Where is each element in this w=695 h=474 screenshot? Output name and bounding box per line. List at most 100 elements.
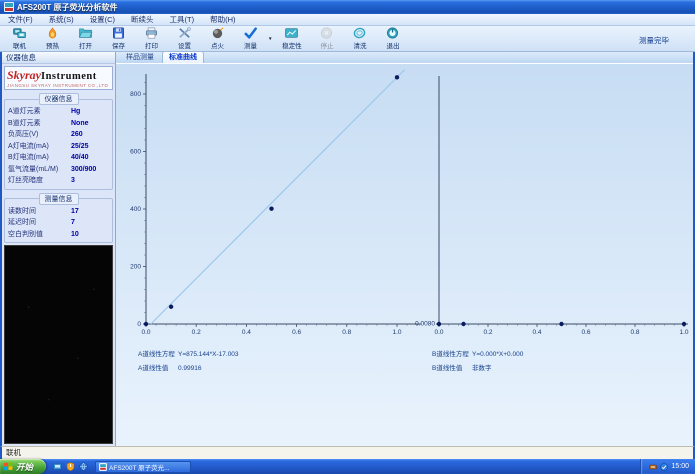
- info-row-value: 40/40: [71, 154, 89, 161]
- toolbar-button-settings-label: 设置: [178, 43, 191, 50]
- svg-text:400: 400: [130, 206, 141, 213]
- menu-item-tools[interactable]: 工具(T): [162, 14, 203, 26]
- info-row-label: 读数时间: [8, 207, 36, 215]
- b-linearity-label: B道线性值: [432, 365, 463, 372]
- logo-brand-black: Instrument: [41, 71, 97, 82]
- toolbar-button-open[interactable]: 打开: [69, 27, 102, 51]
- svg-text:0.4: 0.4: [532, 329, 541, 336]
- svg-text:0.2: 0.2: [483, 329, 492, 336]
- tab-sample-measurement[interactable]: 样品测量: [120, 52, 160, 63]
- a-channel-chart: 0.0 0.2 0.4 0.6 0.8 1.0 0 200 400 600 800: [130, 69, 421, 336]
- system-tray: 15:00: [640, 459, 695, 474]
- menu-item-settings[interactable]: 设置(C): [82, 14, 123, 26]
- toolbar-button-connect-label: 联机: [13, 43, 26, 50]
- toolbar-button-open-label: 打开: [79, 43, 92, 50]
- measure-dropdown-arrow-icon[interactable]: ▼: [268, 36, 272, 41]
- svg-text:0.2: 0.2: [192, 329, 201, 336]
- quick-launch-bar: [46, 462, 95, 471]
- svg-text:0: 0: [137, 321, 141, 328]
- info-row: B灯电流(mA) 40/40: [8, 152, 109, 164]
- printer-icon: [144, 27, 159, 39]
- b-linearity-value: 非数字: [472, 365, 492, 372]
- info-row-label: 延迟时间: [8, 219, 36, 226]
- camera-view: [4, 245, 113, 444]
- instrument-info-caption: 仪器信息: [38, 93, 79, 105]
- toolbar-button-preheat-label: 预热: [46, 43, 59, 50]
- svg-text:1.0: 1.0: [392, 329, 401, 336]
- stop-icon: [319, 27, 334, 39]
- skyray-logo: SkyrayInstrument JIANGSU SKYRAY INSTRUME…: [4, 66, 113, 90]
- b-channel-chart: 0.0 0.2 0.4 0.6 0.8 1.0 0.0080: [415, 76, 689, 336]
- info-row: 延迟时间 7: [8, 217, 109, 229]
- tab-bar: 样品测量 标准曲线: [116, 51, 693, 64]
- info-row-label: B道灯元素: [8, 119, 41, 127]
- toolbar-button-preheat[interactable]: 预热: [36, 27, 69, 51]
- a-equation-label: A道线性方程: [138, 351, 175, 358]
- quick-launch-blue-icon[interactable]: [53, 462, 62, 471]
- toolbar-button-exit-label: 退出: [386, 43, 400, 50]
- task-button-label: AFS200T 原子荧光...: [109, 464, 170, 472]
- svg-text:0.6: 0.6: [292, 329, 301, 336]
- menu-item-help[interactable]: 帮助(H): [202, 14, 243, 26]
- menu-item-sampler-head[interactable]: 断续头: [123, 14, 162, 26]
- toolbar-button-clean[interactable]: 清洗: [343, 27, 376, 51]
- toolbar-button-clean-label: 清洗: [353, 43, 367, 50]
- info-row-value: Hg: [71, 108, 81, 115]
- info-row: 灯丝亮暗度 3: [8, 175, 109, 187]
- exit-power-icon: [385, 27, 400, 39]
- a-channel-equation-block: A道线性方程 Y=875.144*X-17.003 A道线性值 0.99916: [138, 348, 239, 376]
- svg-text:0.8: 0.8: [630, 329, 639, 336]
- toolbar-button-print[interactable]: 打印: [135, 27, 168, 51]
- measurement-status-text: 测量完毕: [639, 36, 669, 45]
- menu-item-system[interactable]: 系统(S): [41, 14, 82, 26]
- connection-status: 联机: [6, 448, 21, 457]
- computer-link-icon: [12, 27, 27, 39]
- taskbar: 开始 AFS200T 原子荧光... 15:00: [0, 459, 695, 474]
- menu-bar: 文件(F) 系统(S) 设置(C) 断续头 工具(T) 帮助(H): [0, 14, 695, 26]
- instrument-panel: 仪器信息 SkyrayInstrument JIANGSU SKYRAY INS…: [2, 52, 116, 446]
- toolbar-button-ignite[interactable]: 点火: [201, 27, 234, 51]
- b-equation-value: Y=0.000*X+0.000: [472, 351, 524, 358]
- measure-info-caption: 测量信息: [38, 192, 79, 205]
- info-row-label: 灯丝亮暗度: [8, 177, 43, 184]
- b-equation-label: B道线性方程: [432, 351, 469, 358]
- logo-subtext: JIANGSU SKYRAY INSTRUMENT CO.,LTD: [7, 83, 109, 88]
- windows-flag-icon: [4, 462, 13, 471]
- quick-launch-browser-icon[interactable]: [79, 462, 88, 471]
- content-area: 样品测量 标准曲线 0.0 0.2 0.4 0.6 0.8 1.0 0 200 400 600 800…: [116, 51, 693, 446]
- info-row: B道灯元素 None: [8, 118, 109, 130]
- info-row-value: 10: [71, 230, 79, 238]
- status-bar: 联机: [0, 446, 695, 459]
- clean-swirl-icon: [352, 27, 367, 39]
- info-row: 空白判别值 10: [8, 229, 109, 241]
- toolbar-button-exit[interactable]: 退出: [376, 27, 409, 51]
- quick-launch-shield-icon[interactable]: [66, 462, 75, 471]
- svg-text:0.6: 0.6: [581, 329, 590, 336]
- info-row: A灯电流(mA) 25/25: [8, 141, 109, 153]
- tray-device-icon[interactable]: [649, 463, 658, 471]
- toolbar-button-save[interactable]: 保存: [102, 27, 135, 51]
- task-app-icon: [99, 462, 108, 471]
- preheat-flame-icon: [45, 27, 60, 39]
- start-button[interactable]: 开始: [0, 459, 47, 474]
- tray-status-icon[interactable]: [660, 462, 669, 471]
- toolbar: 联机 预热 打开 保存 打印 设置 点火 测量 ▼ 稳定性 停止 清洗 退出 测量完毕: [0, 26, 695, 52]
- toolbar-button-stability[interactable]: 稳定性: [273, 27, 310, 51]
- app-icon: [4, 2, 14, 12]
- info-row-value: 3: [71, 177, 75, 184]
- info-row-label: A灯电流(mA): [8, 142, 49, 150]
- title-bar[interactable]: AFS200T 原子荧光分析软件: [0, 0, 695, 14]
- toolbar-button-ignite-label: 点火: [211, 43, 224, 50]
- toolbar-button-connect[interactable]: 联机: [3, 27, 36, 51]
- toolbar-button-settings[interactable]: 设置: [168, 27, 201, 51]
- taskbar-task-button[interactable]: AFS200T 原子荧光...: [95, 460, 192, 473]
- save-floppy-icon: [111, 27, 126, 39]
- open-folder-icon: [78, 27, 93, 39]
- tab-standard-curve[interactable]: 标准曲线: [162, 51, 204, 63]
- info-row-label: B灯电流(mA): [8, 154, 49, 161]
- info-row-value: None: [71, 119, 89, 127]
- info-row: 氩气流量(mL/M) 300/900: [8, 164, 109, 176]
- menu-item-file[interactable]: 文件(F): [0, 14, 41, 26]
- toolbar-button-measure[interactable]: 测量: [234, 27, 267, 51]
- info-row-value: 17: [71, 207, 79, 215]
